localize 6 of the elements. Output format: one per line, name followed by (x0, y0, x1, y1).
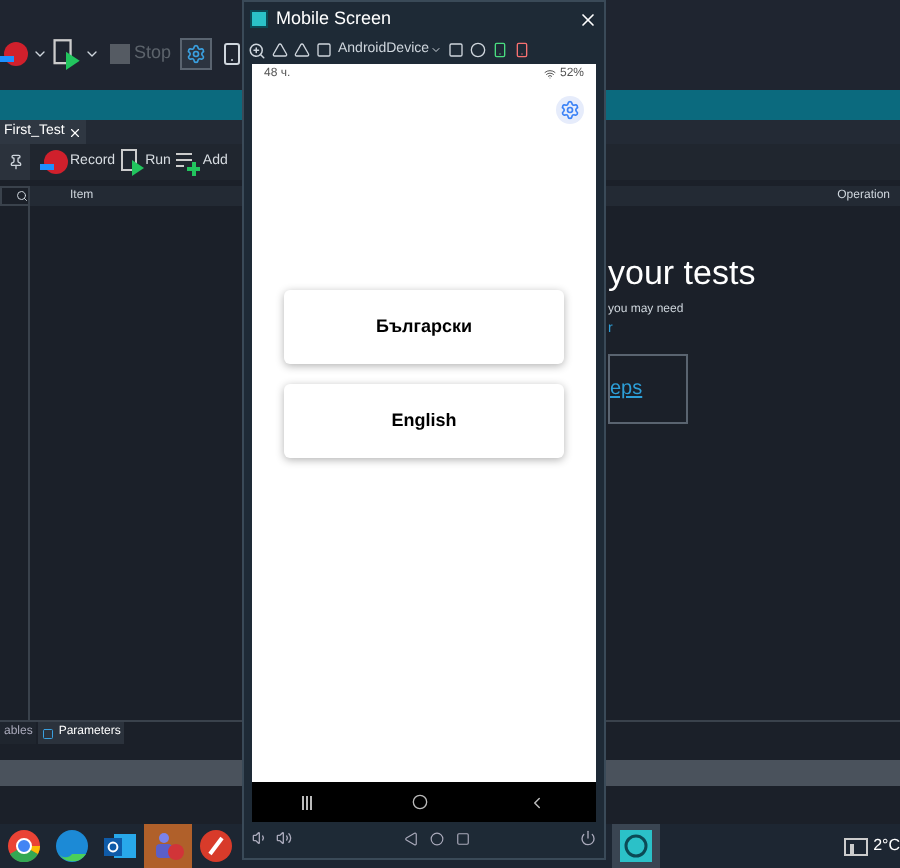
window-title: Mobile Screen (276, 5, 394, 32)
temperature: 2°C (873, 834, 900, 858)
language-button[interactable]: Български (284, 290, 564, 364)
language-button[interactable]: English (284, 384, 564, 458)
welcome-heading: your tests (608, 256, 758, 290)
card-link[interactable]: eps (610, 373, 643, 403)
